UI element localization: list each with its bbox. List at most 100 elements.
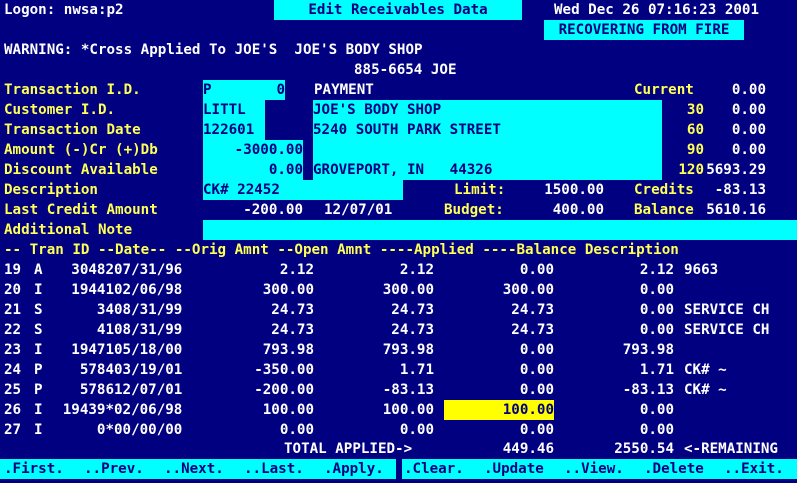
status-banner: RECOVERING FROM FIRE: [544, 20, 744, 40]
cell-desc: [684, 400, 797, 420]
cell-n: 26: [4, 402, 22, 418]
logon-info: Logon: nwsa:p2: [4, 2, 124, 18]
cell-desc: SERVICE CH: [684, 302, 770, 318]
cell-date: 12/07/01: [114, 382, 183, 398]
aging-60-label: 60: [686, 122, 704, 138]
cell-bal: 0.00: [639, 422, 674, 438]
current-value: 0.00: [731, 82, 766, 98]
cell-applied[interactable]: 0.00: [444, 420, 554, 440]
cell-open: 24.73: [391, 302, 434, 318]
transaction-id-field[interactable]: 0: [253, 80, 285, 100]
cell-date: 02/06/98: [114, 402, 183, 418]
last-credit-label: Last Credit Amount: [4, 202, 158, 218]
cell-open: 793.98: [382, 342, 434, 358]
total-applied-value: 449.46: [502, 441, 554, 457]
delete-button[interactable]: .Delete: [644, 459, 704, 479]
additional-note-field[interactable]: [203, 220, 797, 240]
cell-bal: 0.00: [639, 322, 674, 338]
customer-id-field[interactable]: LITTL: [203, 100, 265, 120]
transaction-date-field[interactable]: 122601: [203, 120, 265, 140]
cell-desc: [684, 280, 797, 300]
cell-desc: [684, 420, 797, 440]
cell-applied[interactable]: 24.73: [444, 320, 554, 340]
menu-separator: [396, 459, 402, 479]
cell-desc: CK# ~: [684, 362, 727, 378]
transaction-type-text: PAYMENT: [314, 82, 374, 98]
remaining-value: 2550.54: [614, 441, 674, 457]
update-button[interactable]: .Update: [484, 459, 544, 479]
cell-orig: -200.00: [254, 382, 314, 398]
cell-applied[interactable]: 0.00: [444, 260, 554, 280]
description-label: Description: [4, 182, 98, 198]
cell-open: 2.12: [399, 262, 434, 278]
cell-id: 5784: [79, 362, 114, 378]
cell-id: 19441: [71, 282, 114, 298]
current-label: Current: [634, 82, 694, 98]
aging-30-value: 0.00: [731, 102, 766, 118]
cell-open: 300.00: [382, 282, 434, 298]
amount-label: Amount (-)Cr (+)Db: [4, 142, 158, 158]
discount-field[interactable]: 0.00: [203, 160, 303, 180]
transaction-type-field[interactable]: P: [203, 80, 253, 100]
discount-label: Discount Available: [4, 162, 158, 178]
active-applied-field[interactable]: 100.00: [444, 400, 554, 420]
cell-orig: 24.73: [271, 302, 314, 318]
cell-applied[interactable]: 0.00: [444, 340, 554, 360]
exit-button[interactable]: ..Exit.: [724, 459, 784, 479]
cell-applied[interactable]: 0.00: [444, 360, 554, 380]
cell-n: 22: [4, 322, 22, 338]
remaining-label: <-REMAINING: [684, 441, 778, 457]
description-field[interactable]: CK# 22452: [203, 180, 403, 200]
credits-label: Credits: [634, 182, 694, 198]
clear-button[interactable]: .Clear.: [404, 459, 464, 479]
cell-n: 27: [4, 422, 22, 438]
cell-bal: 793.98: [622, 342, 674, 358]
budget-value: 400.00: [552, 202, 604, 218]
cell-applied[interactable]: 0.00: [444, 380, 554, 400]
cell-orig: 2.12: [279, 262, 314, 278]
screen-title: Edit Receivables Data: [274, 0, 522, 20]
cell-n: 21: [4, 302, 22, 318]
customer-name-field: JOE'S BODY SHOP: [313, 100, 662, 120]
transaction-date-label: Transaction Date: [4, 122, 141, 138]
next-button[interactable]: ..Next.: [164, 459, 224, 479]
cell-orig: 24.73: [271, 322, 314, 338]
aging-90-label: 90: [686, 142, 704, 158]
prev-button[interactable]: ..Prev.: [84, 459, 144, 479]
cell-date: 02/06/98: [114, 282, 183, 298]
cell-open: 24.73: [391, 322, 434, 338]
cell-orig: -350.00: [254, 362, 314, 378]
cell-open: 1.71: [399, 362, 434, 378]
cell-id: 34: [96, 302, 114, 318]
city-field: GROVEPORT, IN 44326: [313, 160, 662, 180]
total-applied-label: TOTAL APPLIED->: [284, 441, 413, 457]
cell-orig: 100.00: [262, 402, 314, 418]
cell-n: 23: [4, 342, 22, 358]
cell-n: 25: [4, 382, 22, 398]
cell-bal: -83.13: [622, 382, 674, 398]
cell-id: 19471: [71, 342, 114, 358]
cell-open: 0.00: [399, 422, 434, 438]
last-button[interactable]: ..Last.: [244, 459, 304, 479]
cell-desc: 9663: [684, 262, 719, 278]
table-header: -- Tran ID --Date-- --Orig Amnt --Open A…: [4, 242, 679, 258]
first-button[interactable]: .First.: [4, 459, 64, 479]
aging-90-value: 0.00: [731, 142, 766, 158]
cell-open: 100.00: [382, 402, 434, 418]
view-button[interactable]: ..View.: [564, 459, 624, 479]
cell-date: 00/00/00: [114, 422, 183, 438]
address-field: 5240 SOUTH PARK STREET: [313, 120, 662, 140]
cell-n: 24: [4, 362, 22, 378]
cell-id: 5786: [79, 382, 114, 398]
cell-bal: 2.12: [639, 262, 674, 278]
budget-label: Budget:: [444, 202, 504, 218]
cell-applied[interactable]: 24.73: [444, 300, 554, 320]
apply-button[interactable]: .Apply.: [324, 459, 384, 479]
balance-value: 5610.16: [706, 202, 766, 218]
warning-phone: 885-6654 JOE: [354, 62, 457, 78]
cell-date: 07/31/96: [114, 262, 183, 278]
aging-60-value: 0.00: [731, 122, 766, 138]
cell-applied[interactable]: 300.00: [444, 280, 554, 300]
customer-id-label: Customer I.D.: [4, 102, 116, 118]
amount-field[interactable]: -3000.00: [203, 140, 303, 160]
